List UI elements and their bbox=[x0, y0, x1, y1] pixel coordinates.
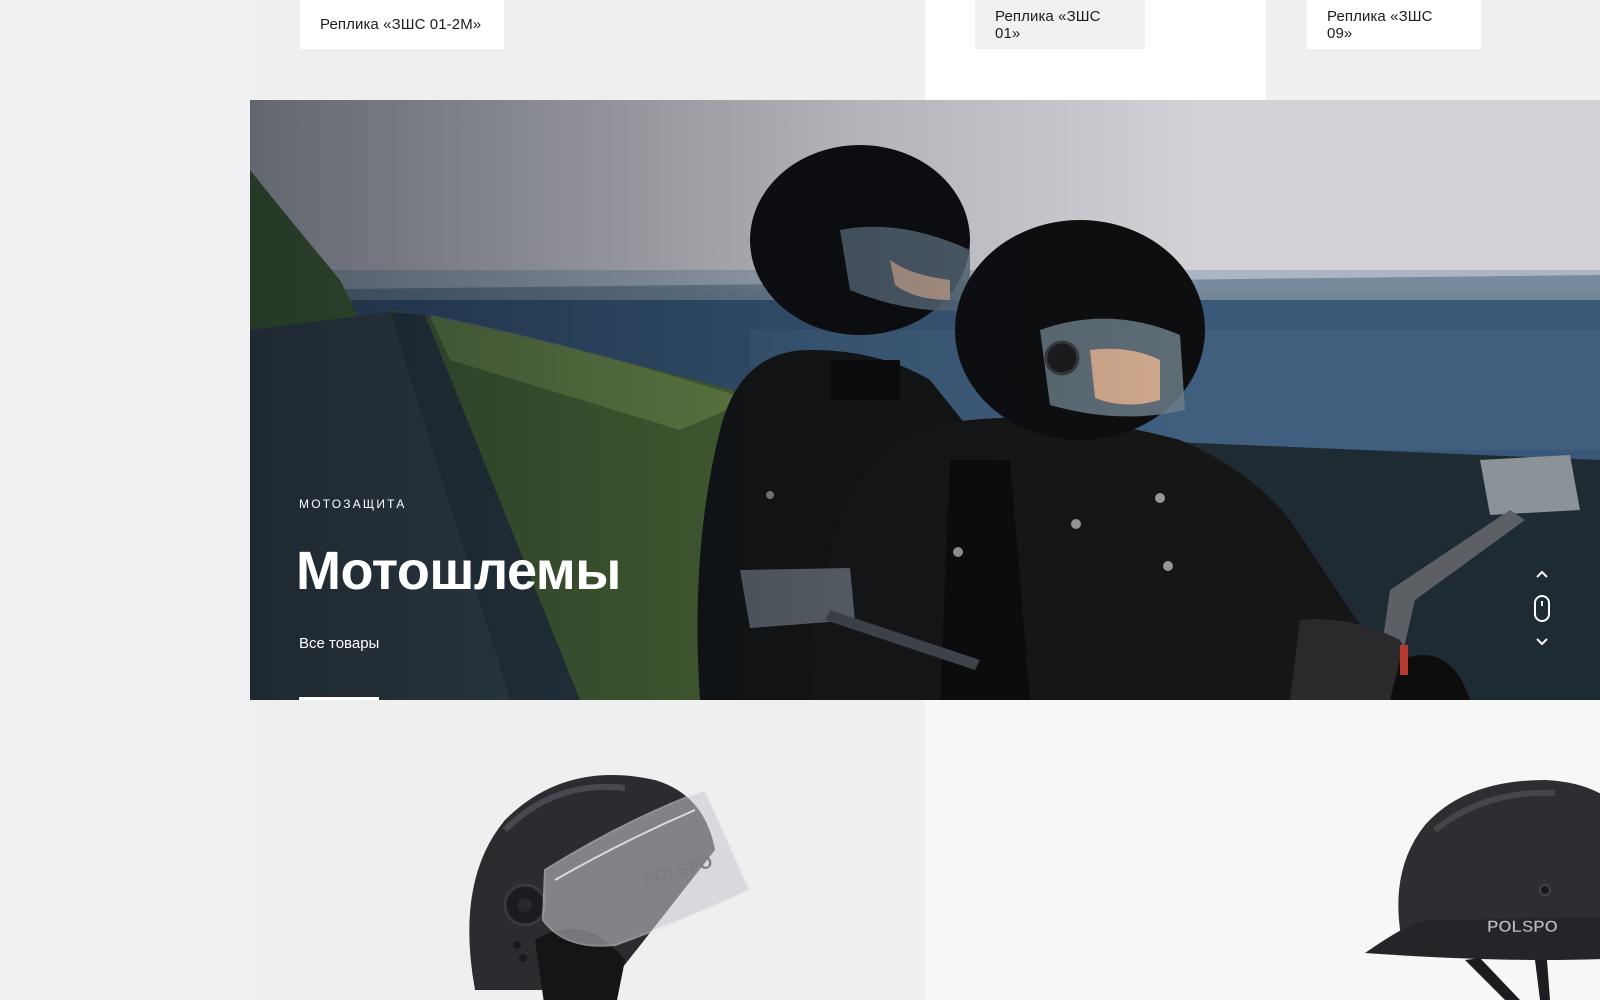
product-tile[interactable]: POLSPO bbox=[250, 700, 925, 1000]
product-tile[interactable]: Реплика «ЗШС 01-2М» bbox=[250, 0, 925, 100]
product-tile[interactable]: POLSPO bbox=[925, 700, 1600, 1000]
brand-logo: POLSPO bbox=[1487, 917, 1558, 936]
product-name-chip[interactable]: Реплика «ЗШС 01» bbox=[975, 0, 1145, 49]
mouse-scroll-icon bbox=[1534, 595, 1550, 622]
product-name-chip[interactable]: Реплика «ЗШС 01-2М» bbox=[300, 0, 504, 49]
product-grid: POLSPO POLSPO bbox=[250, 700, 1600, 1000]
scroll-navigation bbox=[1532, 568, 1552, 652]
hero-banner: МОТОЗАЩИТА Мотошлемы Все товары bbox=[250, 100, 1600, 700]
hero-shade bbox=[250, 100, 1600, 700]
chevron-down-icon[interactable] bbox=[1532, 636, 1552, 648]
all-products-link[interactable]: Все товары bbox=[299, 635, 379, 652]
chevron-up-icon[interactable] bbox=[1532, 568, 1552, 580]
product-tile[interactable]: Реплика «ЗШС 09» bbox=[1266, 0, 1600, 100]
half-helmet-image: POLSPO bbox=[1365, 780, 1600, 1000]
top-product-strip: Реплика «ЗШС 01-2М» Реплика «ЗШС 01» Реп… bbox=[250, 0, 1600, 100]
hero-title: Мотошлемы bbox=[296, 541, 621, 601]
hero-category-label: МОТОЗАЩИТА bbox=[299, 497, 407, 511]
product-name-chip[interactable]: Реплика «ЗШС 09» bbox=[1307, 0, 1481, 49]
open-face-helmet-image: POLSPO bbox=[469, 775, 752, 1000]
product-tile[interactable]: Реплика «ЗШС 01» bbox=[925, 0, 1266, 100]
